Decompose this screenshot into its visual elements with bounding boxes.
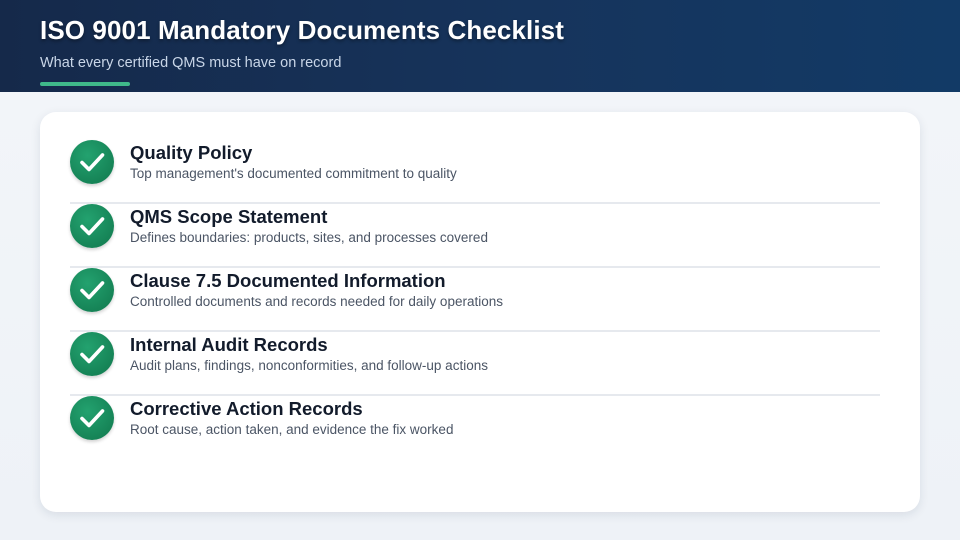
checklist-item-description: Top management's documented commitment t…: [130, 166, 457, 181]
page-subtitle: What every certified QMS must have on re…: [40, 55, 342, 71]
check-circle-icon: [70, 204, 114, 248]
checklist-item-qms-scope: QMS Scope Statement Defines boundaries: …: [70, 204, 880, 268]
page-title: ISO 9001 Mandatory Documents Checklist: [40, 15, 564, 45]
checklist-item-description: Controlled documents and records needed …: [130, 294, 503, 309]
checklist-item-title: Quality Policy: [130, 142, 253, 163]
header-accent-bar: [40, 82, 130, 86]
checklist-item-quality-policy: Quality Policy Top management's document…: [70, 140, 880, 204]
checklist-item-title: Corrective Action Records: [130, 398, 363, 419]
checklist-card: Quality Policy Top management's document…: [40, 112, 920, 512]
checklist-item-title: QMS Scope Statement: [130, 206, 328, 227]
checklist-item-description: Audit plans, findings, nonconformities, …: [130, 358, 488, 373]
check-circle-icon: [70, 268, 114, 312]
checklist-item-description: Root cause, action taken, and evidence t…: [130, 422, 454, 437]
checklist-item-documented-information: Clause 7.5 Documented Information Contro…: [70, 268, 880, 332]
check-circle-icon: [70, 140, 114, 184]
checklist-item-title: Clause 7.5 Documented Information: [130, 270, 446, 291]
check-circle-icon: [70, 396, 114, 440]
checklist-item-description: Defines boundaries: products, sites, and…: [130, 230, 488, 245]
header-banner: ISO 9001 Mandatory Documents Checklist W…: [0, 0, 960, 92]
checklist-item-title: Internal Audit Records: [130, 334, 328, 355]
checklist-item-corrective-action: Corrective Action Records Root cause, ac…: [70, 396, 880, 460]
check-circle-icon: [70, 332, 114, 376]
checklist-item-internal-audit: Internal Audit Records Audit plans, find…: [70, 332, 880, 396]
